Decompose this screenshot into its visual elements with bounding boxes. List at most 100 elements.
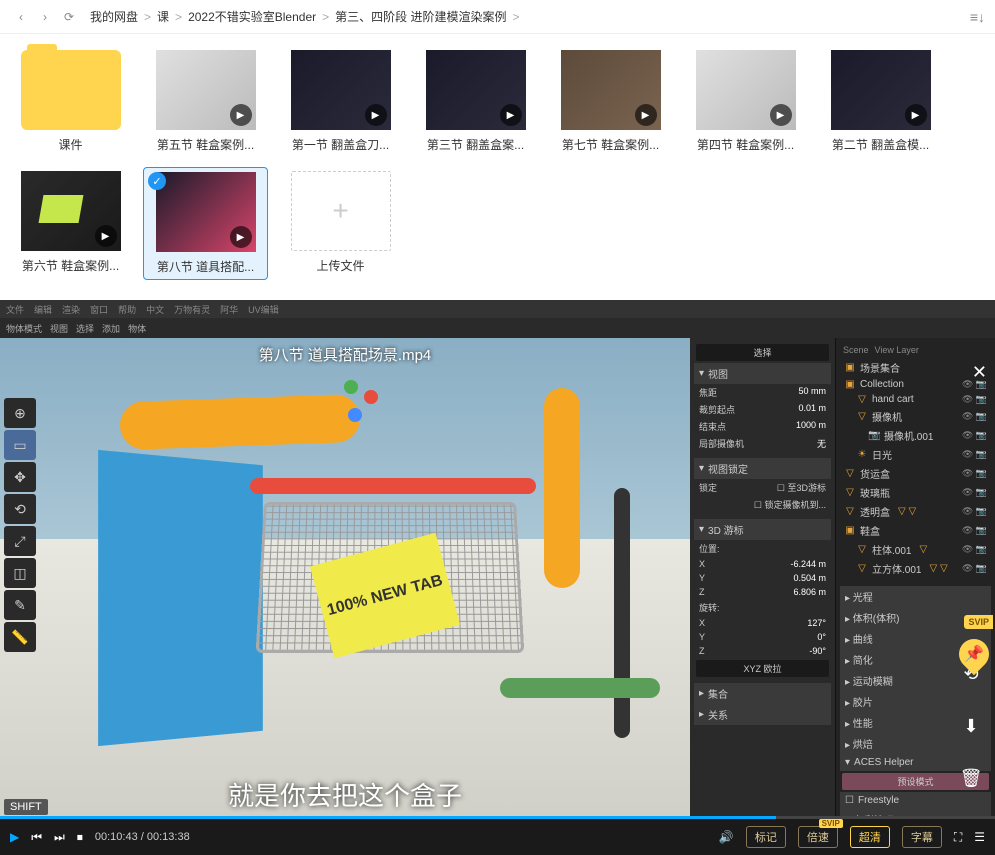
file-item[interactable]: ▶第五节 鞋盒案例... bbox=[143, 46, 268, 157]
quality-button[interactable]: 超清 bbox=[850, 826, 890, 848]
menu-item[interactable]: 编辑 bbox=[34, 303, 52, 316]
menu-item[interactable]: 中文 bbox=[146, 303, 164, 316]
menu-item[interactable]: 阿华 bbox=[220, 303, 238, 316]
outliner-item[interactable]: ☀日光👁 📷 bbox=[840, 445, 991, 464]
video-controls: ▶ ⏮ ⏭ ⏹ 00:10:43 / 00:13:38 🔊 标记 倍速SVIP … bbox=[0, 819, 995, 855]
viewlayer-selector[interactable]: View Layer bbox=[875, 345, 919, 355]
toolbar-item[interactable]: 视图 bbox=[50, 322, 68, 335]
crumb-l1[interactable]: 课 bbox=[157, 8, 169, 25]
scale-tool[interactable]: ⤢ bbox=[4, 526, 36, 556]
file-item[interactable]: ▶第二节 翻盖盒模... bbox=[818, 46, 943, 157]
panel-lock-header[interactable]: ▾ 视图锁定 bbox=[694, 458, 831, 479]
play-icon: ▶ bbox=[365, 104, 387, 126]
toolbar-item[interactable]: 物体模式 bbox=[6, 322, 42, 335]
scene-wall bbox=[98, 450, 263, 746]
crumb-root[interactable]: 我的网盘 bbox=[90, 8, 138, 25]
rotate-tool[interactable]: ⟲ bbox=[4, 494, 36, 524]
file-name: 第八节 道具搭配... bbox=[148, 258, 263, 275]
shift-indicator: SHIFT bbox=[4, 799, 48, 815]
close-button[interactable]: ✕ bbox=[972, 362, 987, 383]
file-name: 上传文件 bbox=[282, 257, 399, 274]
file-item[interactable]: ▶第三节 翻盖盒案... bbox=[413, 46, 538, 157]
delete-button[interactable]: 🗑 bbox=[955, 762, 987, 794]
next-button[interactable]: ⏭ bbox=[54, 830, 65, 845]
toolbar-item[interactable]: 物体 bbox=[128, 322, 146, 335]
scene-selector[interactable]: Scene bbox=[843, 345, 869, 355]
menu-item[interactable]: UV编辑 bbox=[248, 303, 279, 316]
outliner-item[interactable]: 📷摄像机.001👁 📷 bbox=[840, 426, 991, 445]
select-tool[interactable]: ▭ bbox=[4, 430, 36, 460]
nav-gizmo[interactable] bbox=[330, 378, 380, 428]
video-subtitle: 就是你去把这个盒子 bbox=[228, 776, 462, 813]
menu-item[interactable]: 帮助 bbox=[118, 303, 136, 316]
sort-button[interactable]: ≡↓ bbox=[970, 9, 985, 25]
outliner-item[interactable]: ▽摄像机👁 📷 bbox=[840, 407, 991, 426]
move-tool[interactable]: ✥ bbox=[4, 462, 36, 492]
speed-button[interactable]: 倍速SVIP bbox=[798, 826, 838, 848]
video-thumbnail: ▶ bbox=[156, 172, 256, 252]
file-item[interactable]: ▶ 第四节 鞋盒案例... bbox=[683, 46, 808, 157]
viewport-3d[interactable]: 第八节 道具搭配场景.mp4 ⊕ ▭ ✥ ⟲ ⤢ ◫ ✎ 📏 100% NEW … bbox=[0, 338, 690, 819]
settings-button[interactable]: ⚙ bbox=[955, 814, 987, 819]
prev-button[interactable]: ⏮ bbox=[31, 830, 42, 845]
outliner-item[interactable]: ▣Collection👁 📷 bbox=[840, 377, 991, 392]
transform-tool[interactable]: ◫ bbox=[4, 558, 36, 588]
play-icon: ▶ bbox=[230, 104, 252, 126]
progress-bar[interactable] bbox=[0, 816, 995, 819]
cursor-tool[interactable]: ⊕ bbox=[4, 398, 36, 428]
menu-item[interactable]: 文件 bbox=[6, 303, 24, 316]
play-icon: ▶ bbox=[770, 104, 792, 126]
menu-item[interactable]: 万物有灵 bbox=[174, 303, 210, 316]
refresh-button[interactable]: ⟳ bbox=[58, 6, 80, 28]
subtitle-button[interactable]: 字幕 bbox=[902, 826, 942, 848]
panel-view-header[interactable]: ▾ 视图 bbox=[694, 363, 831, 384]
select-dropdown[interactable]: 选择 bbox=[696, 344, 829, 361]
toolbar-item[interactable]: 添加 bbox=[102, 322, 120, 335]
forward-button[interactable]: › bbox=[34, 6, 56, 28]
video-player: 文件编辑渲染窗口帮助中文万物有灵阿华UV编辑 物体模式视图选择添加物体 第八节 … bbox=[0, 300, 995, 855]
outliner-item[interactable]: ▽立方体.001▽ ▽👁 📷 bbox=[840, 559, 991, 578]
outliner-item[interactable]: ▽透明盒▽ ▽👁 📷 bbox=[840, 502, 991, 521]
outliner-root[interactable]: ▣场景集合 bbox=[840, 358, 991, 377]
left-toolbar: ⊕ ▭ ✥ ⟲ ⤢ ◫ ✎ 📏 bbox=[4, 398, 40, 652]
panel-collection-header[interactable]: ▸ 集合 bbox=[694, 683, 831, 704]
blender-menu-bar: 文件编辑渲染窗口帮助中文万物有灵阿华 UV编辑 bbox=[0, 300, 995, 318]
file-name: 第四节 鞋盒案例... bbox=[687, 136, 804, 153]
file-item[interactable]: + 上传文件 bbox=[278, 167, 403, 280]
upload-icon: + bbox=[291, 171, 391, 251]
file-item[interactable]: ▶第一节 翻盖盒刀... bbox=[278, 46, 403, 157]
panel-cursor-header[interactable]: ▾ 3D 游标 bbox=[694, 519, 831, 540]
outliner-item[interactable]: ▽柱体.001▽👁 📷 bbox=[840, 540, 991, 559]
crumb-l2[interactable]: 2022不错实验室Blender bbox=[188, 8, 316, 25]
play-button[interactable]: ▶ bbox=[10, 830, 19, 844]
scene-shopping-cart: 100% NEW TAB bbox=[260, 498, 520, 718]
time-display: 00:10:43 / 00:13:38 bbox=[95, 831, 190, 843]
menu-item[interactable]: 渲染 bbox=[62, 303, 80, 316]
playlist-button[interactable]: ☰ bbox=[974, 830, 985, 844]
annotate-tool[interactable]: ✎ bbox=[4, 590, 36, 620]
mark-button[interactable]: 标记 bbox=[746, 826, 786, 848]
fullscreen-button[interactable]: ⛶ bbox=[954, 830, 962, 845]
file-item[interactable]: ▶第六节 鞋盒案例... bbox=[8, 167, 133, 280]
file-item[interactable]: 课件 bbox=[8, 46, 133, 157]
outliner-item[interactable]: ▣鞋盒👁 📷 bbox=[840, 521, 991, 540]
menu-item[interactable]: 窗口 bbox=[90, 303, 108, 316]
toolbar-item[interactable]: 选择 bbox=[76, 322, 94, 335]
outliner-item[interactable]: ▽hand cart👁 📷 bbox=[840, 392, 991, 407]
play-icon: ▶ bbox=[500, 104, 522, 126]
panel-relation-header[interactable]: ▸ 关系 bbox=[694, 704, 831, 725]
download-button[interactable]: ⬇ bbox=[955, 710, 987, 742]
video-thumbnail: ▶ bbox=[561, 50, 661, 130]
outliner-item[interactable]: ▽货运盒👁 📷 bbox=[840, 464, 991, 483]
measure-tool[interactable]: 📏 bbox=[4, 622, 36, 652]
back-button[interactable]: ‹ bbox=[10, 6, 32, 28]
crumb-l3[interactable]: 第三、四阶段 进阶建模渲染案例 bbox=[335, 8, 506, 25]
play-icon: ▶ bbox=[95, 225, 117, 247]
volume-button[interactable]: 🔊 bbox=[719, 830, 734, 844]
video-thumbnail: ▶ bbox=[831, 50, 931, 130]
file-item[interactable]: ▶ 第八节 道具搭配... bbox=[143, 167, 268, 280]
outliner-item[interactable]: ▽玻璃瓶👁 📷 bbox=[840, 483, 991, 502]
file-item[interactable]: ▶第七节 鞋盒案例... bbox=[548, 46, 673, 157]
stop-button[interactable]: ⏹ bbox=[77, 830, 83, 845]
prop-section[interactable]: ▸ 光程 bbox=[840, 586, 991, 607]
